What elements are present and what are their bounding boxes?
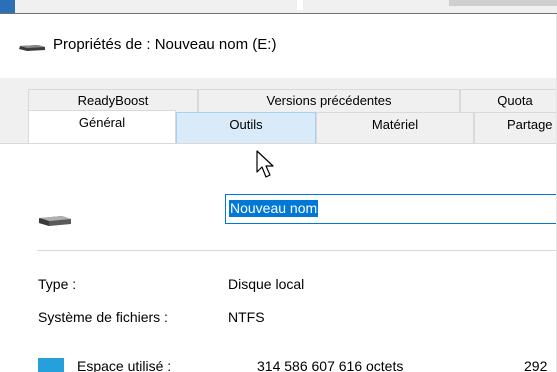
background-segment [297, 0, 303, 10]
properties-dialog: Propriétés de : Nouveau nom (E:) ReadyBo… [0, 14, 557, 372]
tab-readyboost[interactable]: ReadyBoost [28, 89, 198, 112]
filesystem-label: Système de fichiers : [38, 309, 168, 325]
tab-label: Matériel [371, 117, 419, 132]
tab-outils[interactable]: Outils [176, 112, 316, 143]
used-space-label: Espace utilisé : [77, 358, 172, 372]
drive-name-input[interactable]: Nouveau nom [225, 194, 557, 224]
tab-bar: ReadyBoost Versions précédentes Quota Gé… [0, 78, 557, 144]
tab-label: ReadyBoost [77, 93, 149, 108]
tab-label: Versions précédentes [266, 93, 392, 108]
background-segment [449, 0, 557, 6]
tab-materiel[interactable]: Matériel [316, 112, 474, 143]
type-value: Disque local [228, 276, 305, 292]
background-strip [0, 0, 557, 14]
screen: Propriétés de : Nouveau nom (E:) ReadyBo… [0, 0, 557, 372]
type-label: Type : [38, 276, 77, 292]
used-space-swatch [38, 358, 64, 372]
selected-text: Nouveau nom [229, 200, 319, 217]
divider [37, 250, 557, 251]
tab-label: Quota [497, 93, 533, 108]
tab-partage[interactable]: Partage [474, 112, 557, 143]
tab-label: Outils [229, 117, 263, 132]
drive-icon [39, 216, 71, 226]
used-space-bytes: 314 586 607 616 octets [257, 358, 404, 372]
used-space-size: 292 [524, 358, 548, 372]
tab-versions-precedentes[interactable]: Versions précédentes [198, 89, 460, 112]
tab-quota[interactable]: Quota [460, 89, 557, 112]
drive-icon [19, 45, 45, 51]
tab-label: Général [78, 115, 126, 130]
tab-general[interactable]: Général [28, 110, 176, 143]
mouse-cursor-icon [256, 150, 274, 178]
window-title: Propriétés de : Nouveau nom (E:) [53, 36, 277, 53]
background-segment [0, 0, 15, 14]
general-tab-panel: Nouveau nom Type : Disque local Système … [0, 143, 557, 372]
title-bar[interactable]: Propriétés de : Nouveau nom (E:) [0, 14, 557, 78]
filesystem-value: NTFS [228, 309, 265, 325]
tab-label: Partage [507, 117, 553, 132]
